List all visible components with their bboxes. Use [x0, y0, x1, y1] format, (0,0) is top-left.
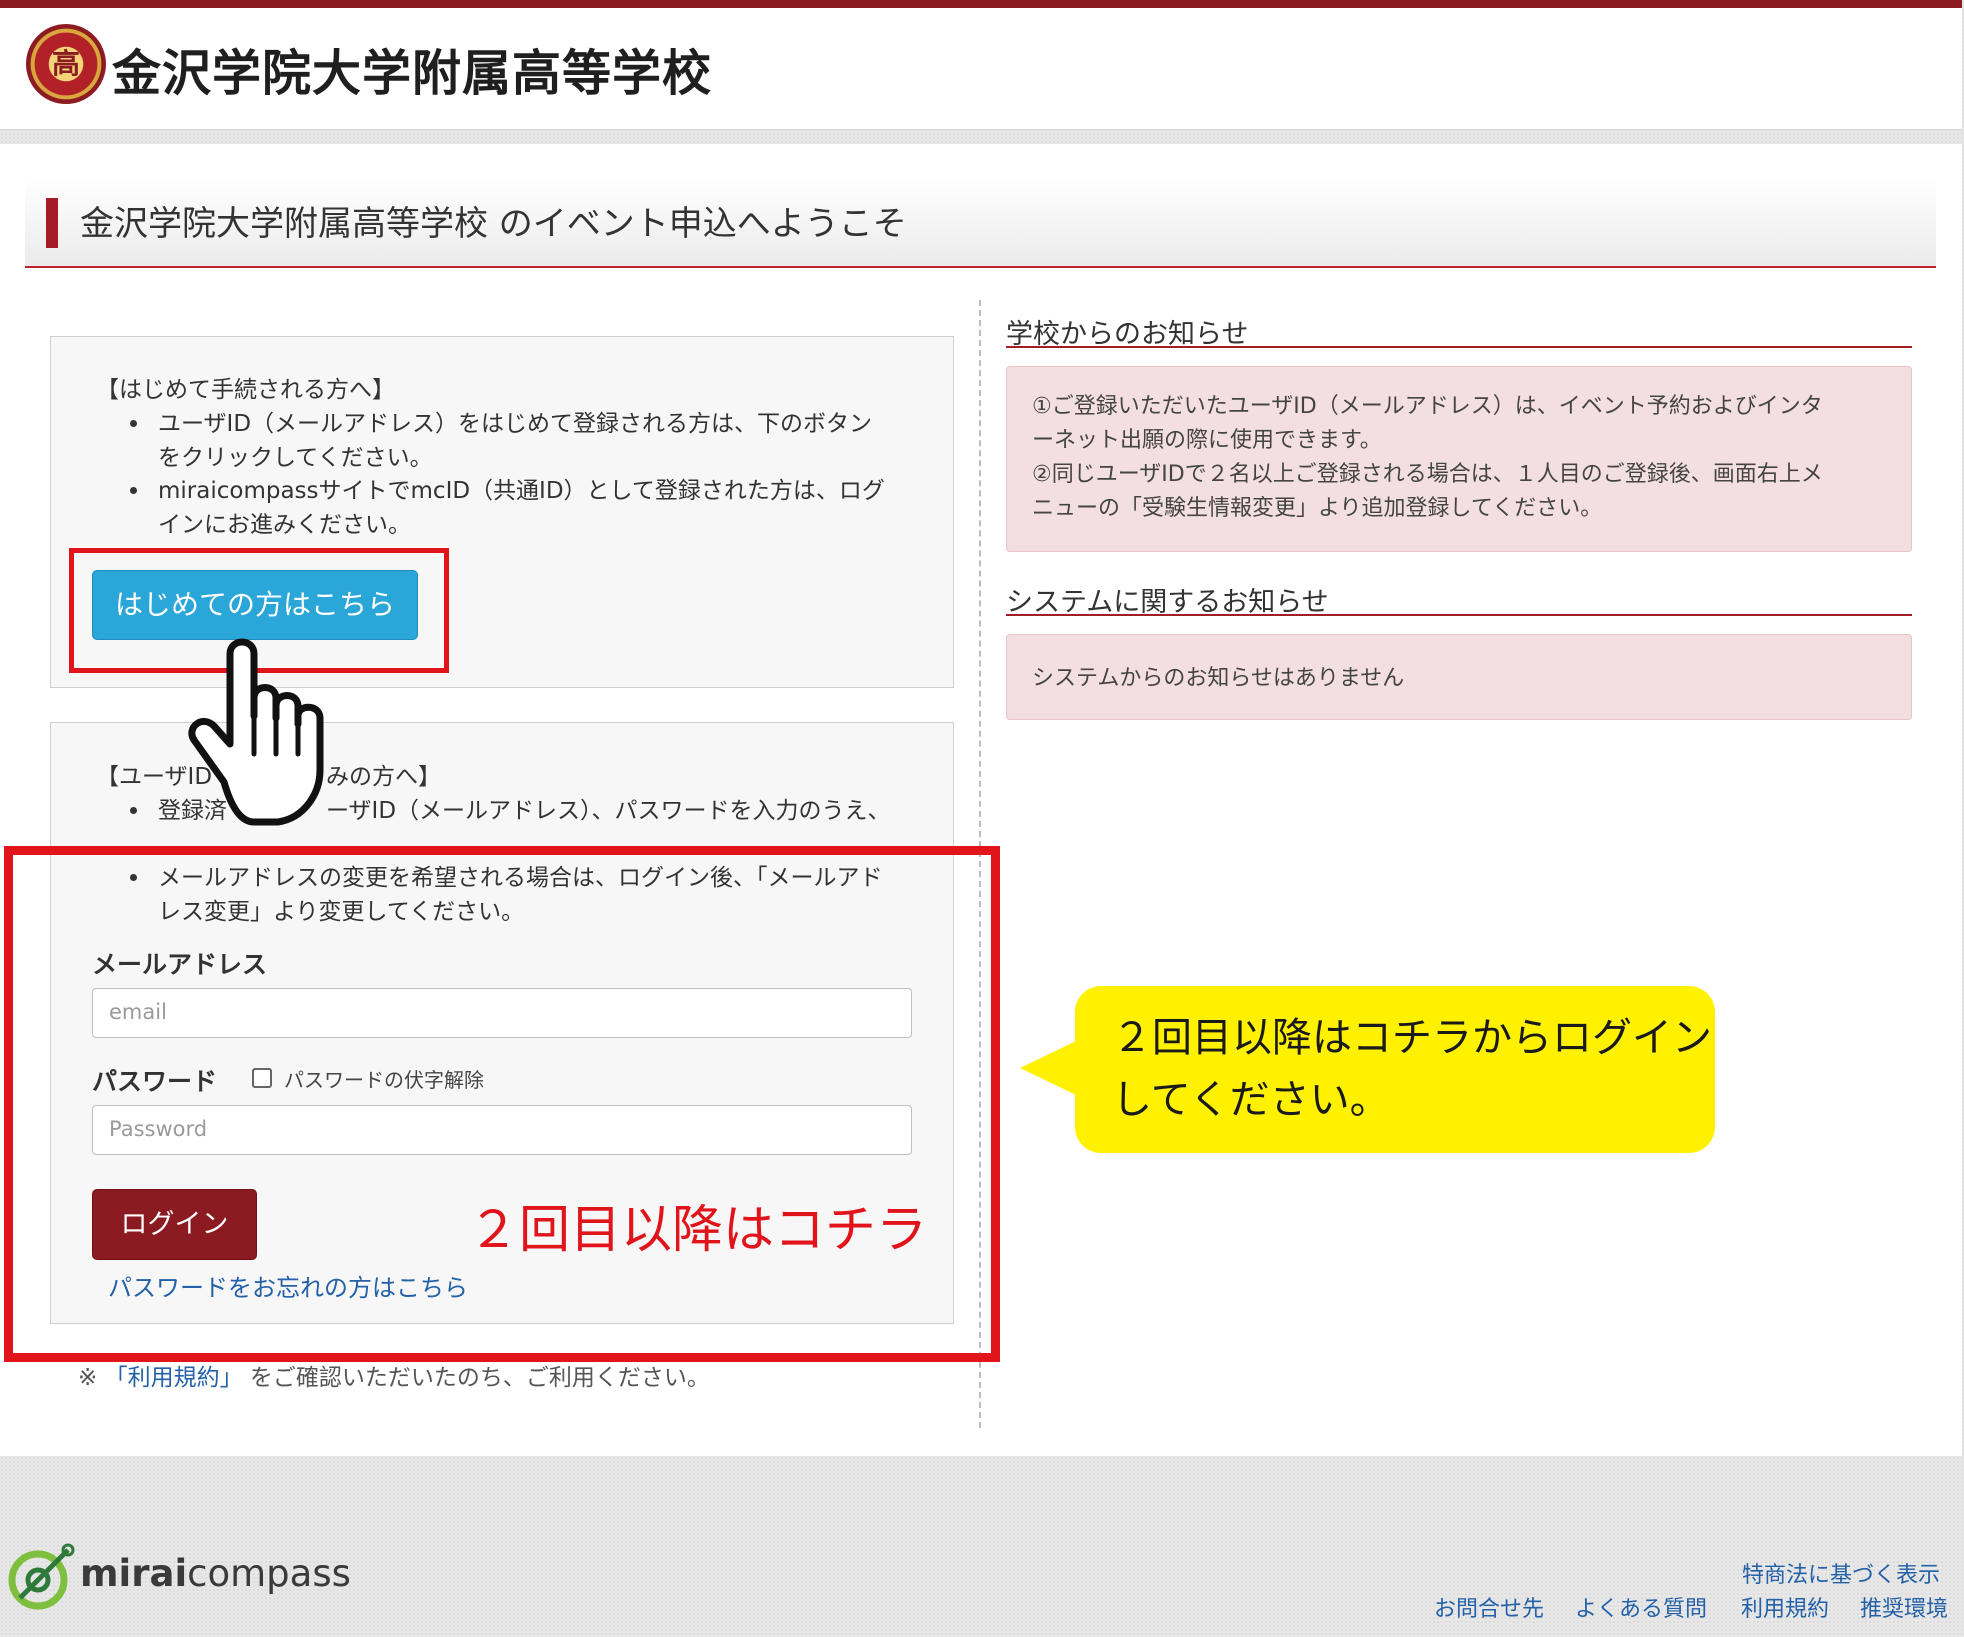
callout-tail [1020, 1040, 1078, 1096]
system-notice-rule [1006, 614, 1912, 616]
first-time-bullet-2-line-2: インにお進みください。 [158, 512, 411, 538]
school-notice-text: ①ご登録いただいたユーザID（メールアドレス）は、イベント予約およびインタ ーネ… [1032, 390, 1823, 526]
welcome-accent [46, 198, 58, 248]
bullet [130, 420, 137, 427]
school-notice-line: ①ご登録いただいたユーザID（メールアドレス）は、イベント予約およびインタ [1032, 394, 1823, 419]
first-time-bullet-1-line-1: ユーザID（メールアドレス）をはじめて登録される方は、下のボタン [158, 411, 873, 437]
footer-link-environment[interactable]: 推奨環境 [1860, 1591, 1948, 1623]
system-notice-text: システムからのお知らせはありません [1032, 666, 1405, 691]
callout-line: してください。 [1112, 1077, 1390, 1123]
logo-regular-part: compass [187, 1552, 351, 1595]
miraicompass-logo-icon[interactable] [4, 1540, 76, 1612]
school-name-title[interactable]: 金沢学院大学附属高等学校 [112, 34, 712, 105]
bullet [130, 487, 137, 494]
school-notice-line: ニューの「受験生情報変更」より追加登録してください。 [1032, 496, 1603, 521]
page-title: 金沢学院大学附属高等学校 のイベント申込へようこそ [80, 204, 907, 244]
first-time-heading: 【はじめて手続される方へ】 [96, 377, 395, 403]
highlight-box-login [4, 846, 1000, 1362]
footer-link-tokushoho[interactable]: 特商法に基づく表示 [1742, 1557, 1940, 1589]
school-notice-line: ②同じユーザIDで２名以上ご登録される場合は、１人目のご登録後、画面右上メ [1032, 462, 1823, 487]
first-time-bullet-2-line-1: miraicompassサイトでmcID（共通ID）として登録された方は、ログ [158, 478, 885, 504]
annotation-login-label: ２回目以降はコチラ [468, 1201, 928, 1260]
footer-link-terms[interactable]: 利用規約 [1741, 1591, 1829, 1623]
logo-bold-part: mirai [80, 1552, 188, 1595]
pointing-hand-icon [188, 638, 324, 826]
footer-link-faq[interactable]: よくある質問 [1575, 1591, 1707, 1623]
terms-note-prefix: ※ [78, 1365, 98, 1391]
callout-text: ２回目以降はコチラからログイン してください。 [1112, 1007, 1712, 1131]
miraicompass-logo[interactable]: miraicompass [80, 1552, 351, 1595]
first-time-bullet-1-line-2: をクリックしてください。 [158, 445, 433, 471]
footer-link-contact[interactable]: お問合せ先 [1434, 1591, 1544, 1623]
callout-line: ２回目以降はコチラからログイン [1112, 1015, 1712, 1061]
bullet [130, 807, 137, 814]
terms-note: ※ 「利用規約」 をご確認いただいたのち、ご利用ください。 [78, 1358, 710, 1392]
login-bullet-1-right: ーザID（メールアドレス）、パスワードを入力のうえ、 [326, 798, 891, 824]
login-heading-right: みの方へ】 [326, 764, 441, 790]
school-emblem-logo[interactable]: 高 [26, 24, 106, 104]
school-notice-rule [1006, 346, 1912, 348]
terms-note-suffix: をご確認いただいたのち、ご利用ください。 [249, 1365, 710, 1391]
terms-link[interactable]: 「利用規約」 [105, 1365, 243, 1391]
school-notice-line: ーネット出願の際に使用できます。 [1032, 428, 1382, 453]
